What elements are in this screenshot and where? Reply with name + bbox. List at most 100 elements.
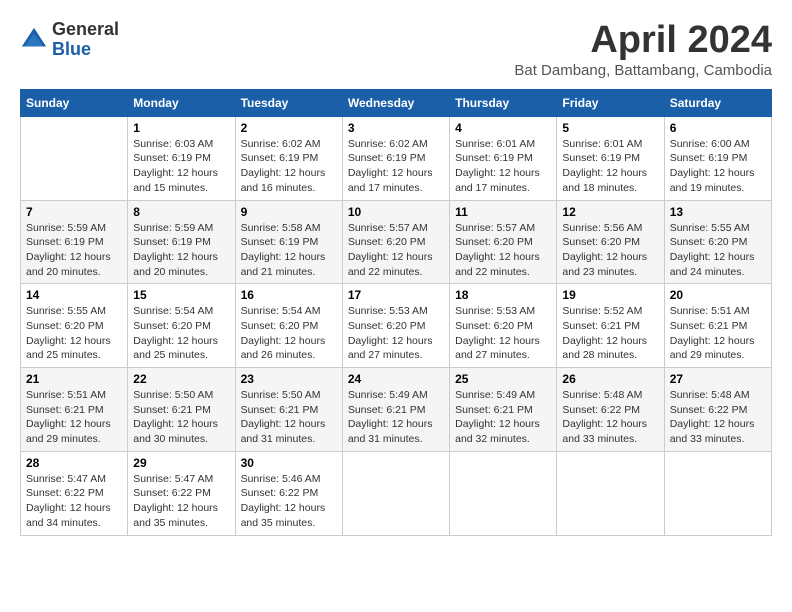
calendar-table: SundayMondayTuesdayWednesdayThursdayFrid… (20, 89, 772, 536)
day-number: 1 (133, 121, 229, 135)
calendar-cell: 16 Sunrise: 5:54 AMSunset: 6:20 PMDayligh… (235, 284, 342, 368)
day-number: 14 (26, 288, 122, 302)
day-info: Sunrise: 5:46 AMSunset: 6:22 PMDaylight:… (241, 472, 337, 531)
calendar-cell: 17Sunrise: 5:53 AMSunset: 6:20 PMDayligh… (342, 284, 449, 368)
day-number: 15 (133, 288, 229, 302)
calendar-header: SundayMondayTuesdayWednesdayThursdayFrid… (21, 89, 772, 116)
day-info: Sunrise: 5:55 AMSunset: 6:20 PMDaylight:… (26, 304, 122, 363)
day-number: 5 (562, 121, 658, 135)
day-number: 24 (348, 372, 444, 386)
day-info: Sunrise: 5:47 AMSunset: 6:22 PMDaylight:… (133, 472, 229, 531)
day-info: Sunrise: 5:59 AMSunset: 6:19 PMDaylight:… (133, 221, 229, 280)
day-info: Sunrise: 5:53 AMSunset: 6:20 PMDaylight:… (455, 304, 551, 363)
day-number: 20 (670, 288, 766, 302)
day-info: Sunrise: 5:59 AMSunset: 6:19 PMDaylight:… (26, 221, 122, 280)
header-thursday: Thursday (450, 89, 557, 116)
calendar-cell: 25Sunrise: 5:49 AMSunset: 6:21 PMDayligh… (450, 368, 557, 452)
calendar-cell: 10Sunrise: 5:57 AMSunset: 6:20 PMDayligh… (342, 200, 449, 284)
day-info: Sunrise: 6:01 AMSunset: 6:19 PMDaylight:… (562, 137, 658, 196)
day-number: 27 (670, 372, 766, 386)
day-number: 30 (241, 456, 337, 470)
page-header: General Blue April 2024 Bat Dambang, Bat… (20, 20, 772, 79)
calendar-cell: 18 Sunrise: 5:53 AMSunset: 6:20 PMDayligh… (450, 284, 557, 368)
calendar-cell: 13Sunrise: 5:55 AMSunset: 6:20 PMDayligh… (664, 200, 771, 284)
day-info: Sunrise: 5:53 AMSunset: 6:20 PMDaylight:… (348, 304, 444, 363)
calendar-cell: 1Sunrise: 6:03 AMSunset: 6:19 PMDaylight… (128, 116, 235, 200)
calendar-cell: 22 Sunrise: 5:50 AMSunset: 6:21 PMDayligh… (128, 368, 235, 452)
calendar-cell: 28 Sunrise: 5:47 AMSunset: 6:22 PMDayligh… (21, 451, 128, 535)
logo-general: General (52, 20, 119, 40)
calendar-cell: 4 Sunrise: 6:01 AMSunset: 6:19 PMDaylight… (450, 116, 557, 200)
calendar-cell (21, 116, 128, 200)
header-friday: Friday (557, 89, 664, 116)
calendar-body: 1Sunrise: 6:03 AMSunset: 6:19 PMDaylight… (21, 116, 772, 535)
calendar-cell (664, 451, 771, 535)
day-number: 28 (26, 456, 122, 470)
calendar-cell (557, 451, 664, 535)
month-title: April 2024 (514, 20, 772, 62)
day-number: 10 (348, 205, 444, 219)
day-info: Sunrise: 5:49 AMSunset: 6:21 PMDaylight:… (455, 388, 551, 447)
title-area: April 2024 Bat Dambang, Battambang, Camb… (514, 20, 772, 79)
day-info: Sunrise: 6:02 AMSunset: 6:19 PMDaylight:… (241, 137, 337, 196)
calendar-cell: 26 Sunrise: 5:48 AMSunset: 6:22 PMDayligh… (557, 368, 664, 452)
day-number: 18 (455, 288, 551, 302)
day-info: Sunrise: 5:50 AMSunset: 6:21 PMDaylight:… (241, 388, 337, 447)
calendar-cell: 27 Sunrise: 5:48 AMSunset: 6:22 PMDayligh… (664, 368, 771, 452)
week-row-2: 7 Sunrise: 5:59 AMSunset: 6:19 PMDaylight… (21, 200, 772, 284)
logo-blue: Blue (52, 40, 119, 60)
day-info: Sunrise: 5:50 AMSunset: 6:21 PMDaylight:… (133, 388, 229, 447)
header-sunday: Sunday (21, 89, 128, 116)
calendar-cell: 24Sunrise: 5:49 AMSunset: 6:21 PMDayligh… (342, 368, 449, 452)
day-number: 6 (670, 121, 766, 135)
day-info: Sunrise: 5:47 AMSunset: 6:22 PMDaylight:… (26, 472, 122, 531)
calendar-cell: 29 Sunrise: 5:47 AMSunset: 6:22 PMDayligh… (128, 451, 235, 535)
logo-text: General Blue (52, 20, 119, 60)
week-row-5: 28 Sunrise: 5:47 AMSunset: 6:22 PMDayligh… (21, 451, 772, 535)
week-row-1: 1Sunrise: 6:03 AMSunset: 6:19 PMDaylight… (21, 116, 772, 200)
header-monday: Monday (128, 89, 235, 116)
calendar-cell: 11Sunrise: 5:57 AMSunset: 6:20 PMDayligh… (450, 200, 557, 284)
day-info: Sunrise: 6:01 AMSunset: 6:19 PMDaylight:… (455, 137, 551, 196)
header-wednesday: Wednesday (342, 89, 449, 116)
calendar-cell: 20Sunrise: 5:51 AMSunset: 6:21 PMDayligh… (664, 284, 771, 368)
header-row: SundayMondayTuesdayWednesdayThursdayFrid… (21, 89, 772, 116)
calendar-cell: 15 Sunrise: 5:54 AMSunset: 6:20 PMDayligh… (128, 284, 235, 368)
day-info: Sunrise: 6:02 AMSunset: 6:19 PMDaylight:… (348, 137, 444, 196)
day-number: 4 (455, 121, 551, 135)
week-row-3: 14 Sunrise: 5:55 AMSunset: 6:20 PMDayligh… (21, 284, 772, 368)
calendar-cell: 19Sunrise: 5:52 AMSunset: 6:21 PMDayligh… (557, 284, 664, 368)
location: Bat Dambang, Battambang, Cambodia (514, 62, 772, 79)
week-row-4: 21Sunrise: 5:51 AMSunset: 6:21 PMDayligh… (21, 368, 772, 452)
calendar-cell: 21Sunrise: 5:51 AMSunset: 6:21 PMDayligh… (21, 368, 128, 452)
day-number: 12 (562, 205, 658, 219)
calendar-cell: 6 Sunrise: 6:00 AMSunset: 6:19 PMDaylight… (664, 116, 771, 200)
day-number: 8 (133, 205, 229, 219)
day-number: 9 (241, 205, 337, 219)
calendar-cell: 8 Sunrise: 5:59 AMSunset: 6:19 PMDaylight… (128, 200, 235, 284)
day-number: 22 (133, 372, 229, 386)
header-saturday: Saturday (664, 89, 771, 116)
day-number: 23 (241, 372, 337, 386)
day-number: 16 (241, 288, 337, 302)
day-info: Sunrise: 5:58 AMSunset: 6:19 PMDaylight:… (241, 221, 337, 280)
day-number: 21 (26, 372, 122, 386)
calendar-cell: 23 Sunrise: 5:50 AMSunset: 6:21 PMDayligh… (235, 368, 342, 452)
calendar-cell: 2Sunrise: 6:02 AMSunset: 6:19 PMDaylight… (235, 116, 342, 200)
calendar-cell: 9 Sunrise: 5:58 AMSunset: 6:19 PMDaylight… (235, 200, 342, 284)
day-info: Sunrise: 5:56 AMSunset: 6:20 PMDaylight:… (562, 221, 658, 280)
calendar-cell: 14 Sunrise: 5:55 AMSunset: 6:20 PMDayligh… (21, 284, 128, 368)
logo-icon (20, 26, 48, 54)
day-info: Sunrise: 5:48 AMSunset: 6:22 PMDaylight:… (670, 388, 766, 447)
day-number: 26 (562, 372, 658, 386)
day-info: Sunrise: 5:54 AMSunset: 6:20 PMDaylight:… (241, 304, 337, 363)
day-number: 7 (26, 205, 122, 219)
logo: General Blue (20, 20, 119, 60)
day-info: Sunrise: 5:48 AMSunset: 6:22 PMDaylight:… (562, 388, 658, 447)
day-info: Sunrise: 5:54 AMSunset: 6:20 PMDaylight:… (133, 304, 229, 363)
day-number: 13 (670, 205, 766, 219)
calendar-cell: 3Sunrise: 6:02 AMSunset: 6:19 PMDaylight… (342, 116, 449, 200)
header-tuesday: Tuesday (235, 89, 342, 116)
day-info: Sunrise: 6:00 AMSunset: 6:19 PMDaylight:… (670, 137, 766, 196)
day-number: 29 (133, 456, 229, 470)
